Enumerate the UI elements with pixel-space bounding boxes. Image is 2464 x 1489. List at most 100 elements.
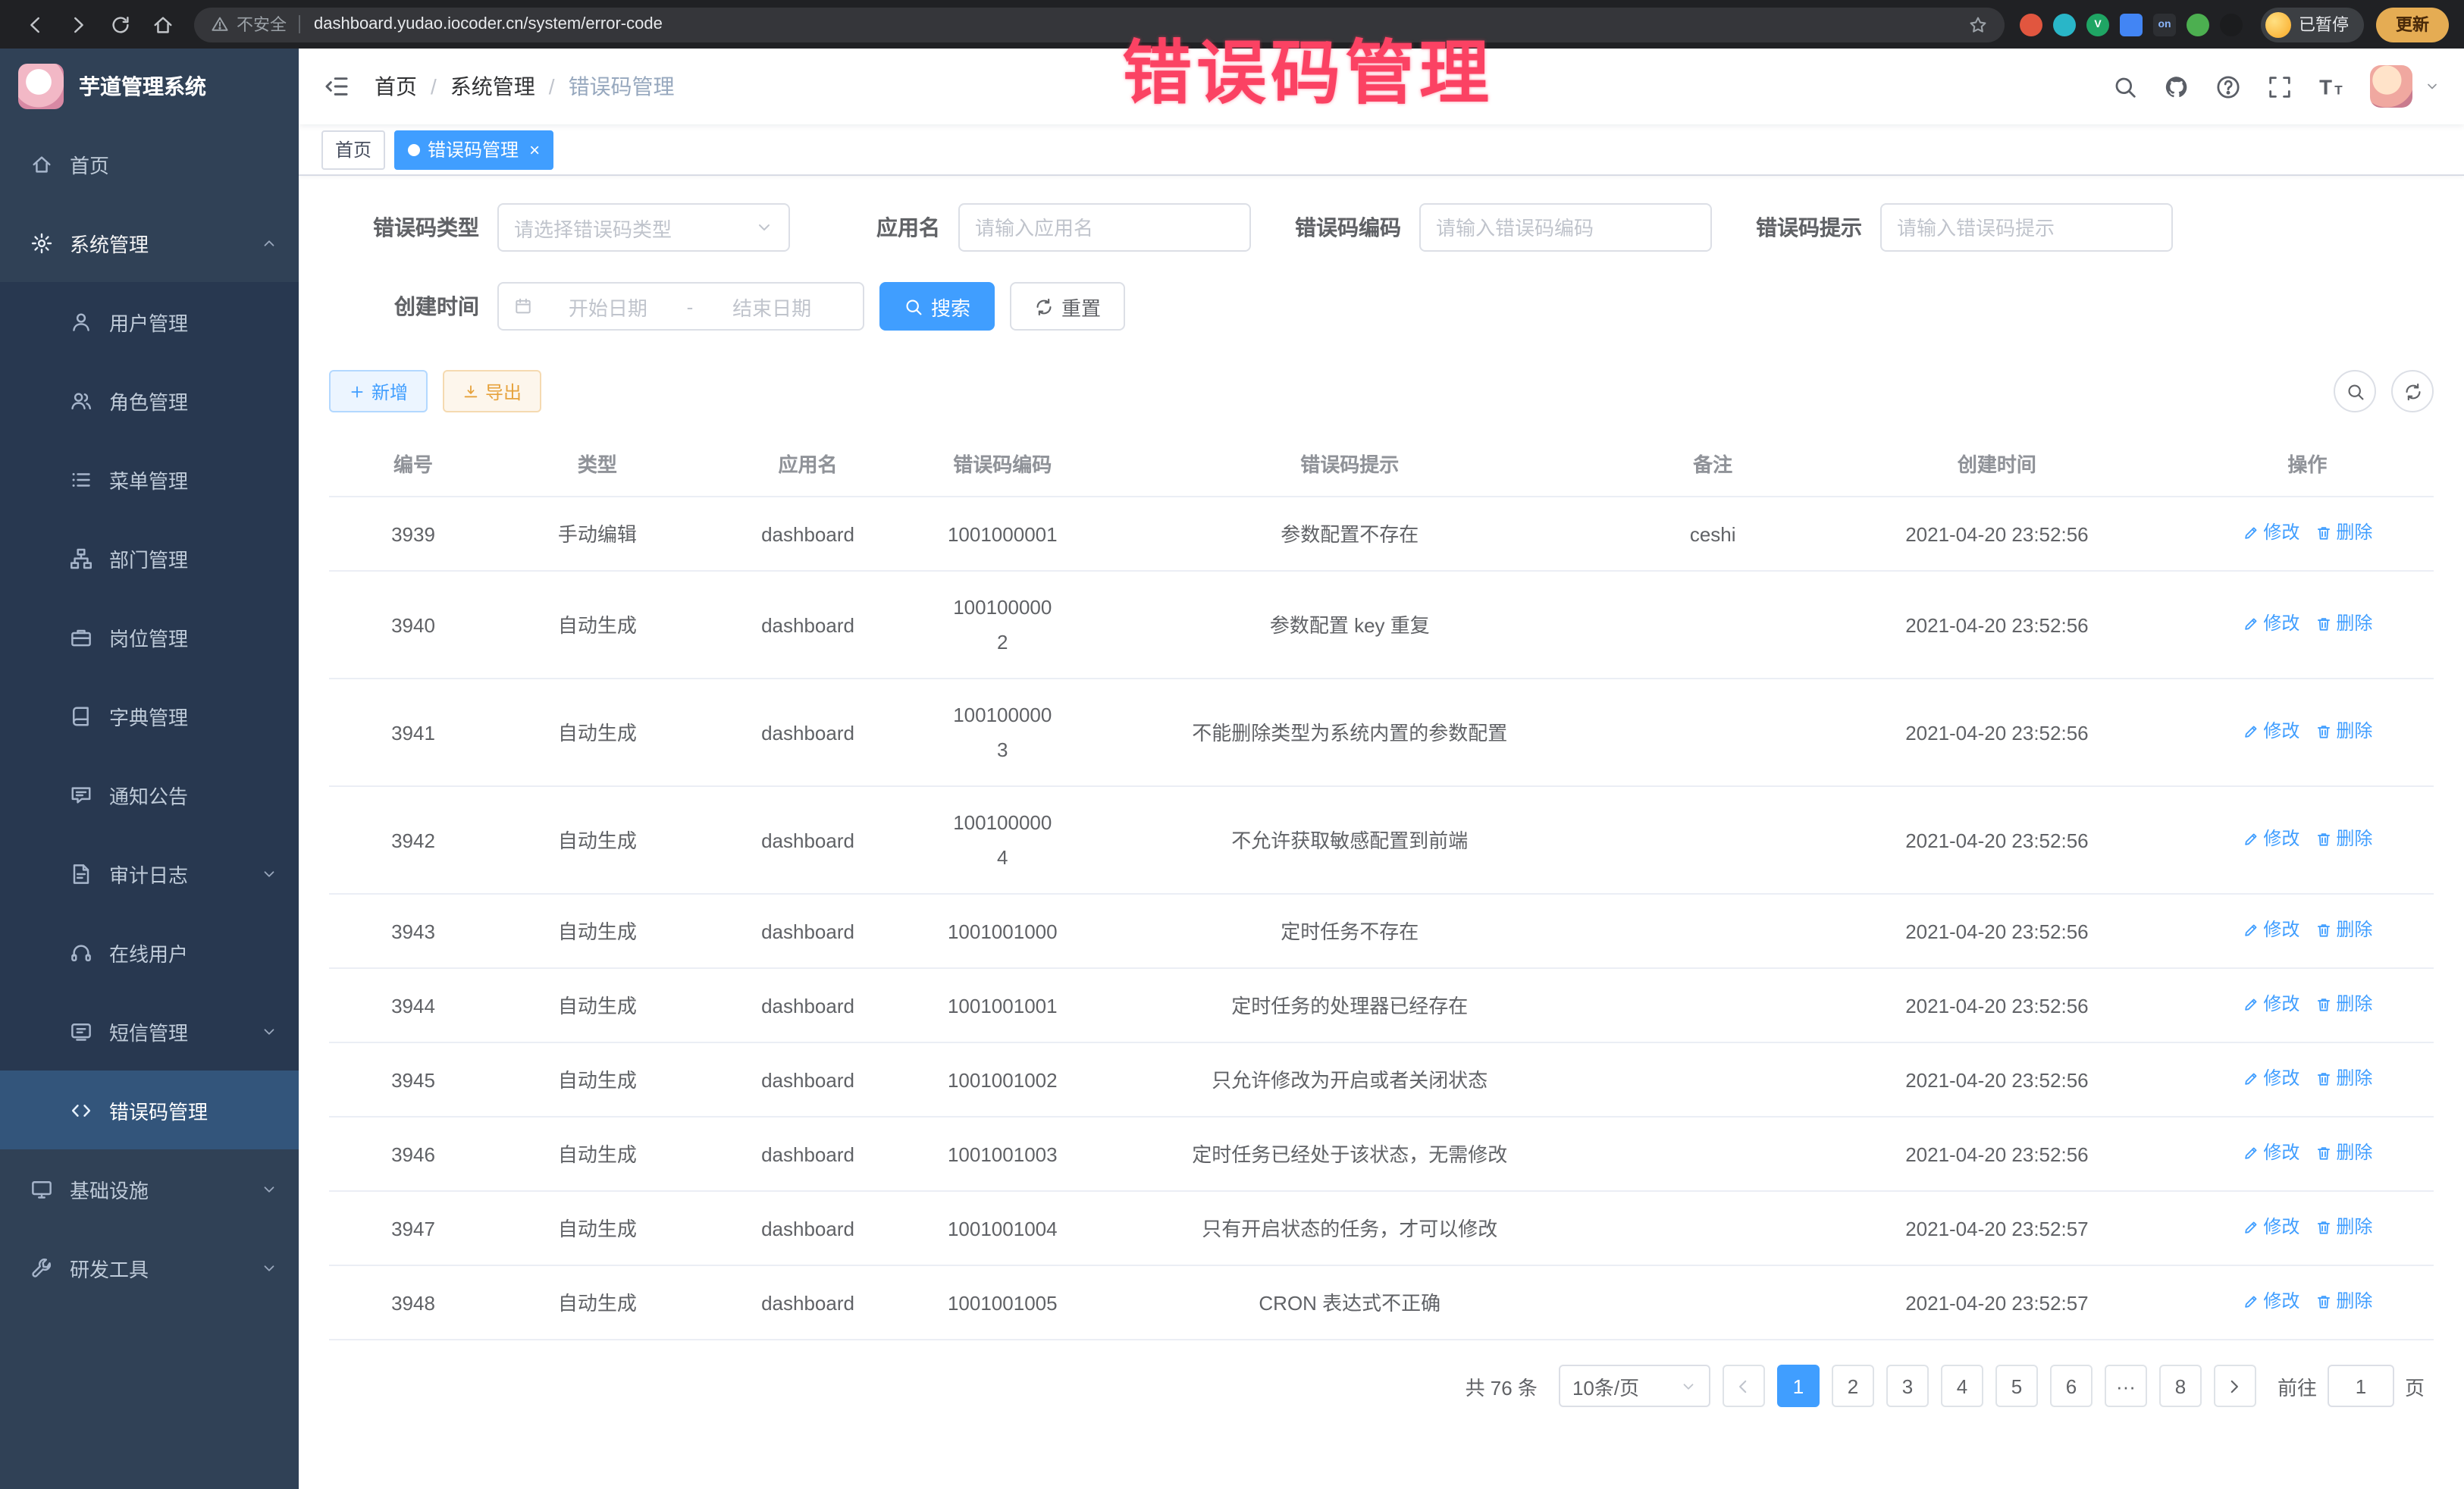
error-code-input[interactable] — [1419, 203, 1712, 252]
sidebar-item-positions[interactable]: 岗位管理 — [0, 597, 299, 676]
sidebar-item-home[interactable]: 首页 — [0, 124, 299, 203]
extension-paw-icon[interactable] — [2220, 13, 2243, 36]
sidebar-item-system[interactable]: 系统管理 — [0, 203, 299, 282]
breadcrumb-item[interactable]: 系统管理 — [450, 71, 535, 102]
extension-stats-icon[interactable] — [2120, 13, 2143, 36]
edit-link[interactable]: 修改 — [2242, 714, 2299, 749]
page-number-button[interactable]: 4 — [1941, 1365, 1983, 1407]
page-number-button[interactable]: 5 — [1995, 1365, 2038, 1407]
app-name-input[interactable] — [958, 203, 1251, 252]
delete-link[interactable]: 删除 — [2315, 1136, 2372, 1171]
delete-link[interactable]: 删除 — [2315, 913, 2372, 948]
edit-link[interactable]: 修改 — [2242, 1136, 2299, 1171]
extension-red-icon[interactable] — [2020, 13, 2042, 36]
chevron-down-icon[interactable] — [2425, 79, 2440, 94]
back-icon[interactable] — [15, 5, 55, 44]
fullscreen-icon[interactable] — [2267, 74, 2293, 99]
sidebar-item-roles[interactable]: 角色管理 — [0, 361, 299, 440]
sidebar-item-online-users[interactable]: 在线用户 — [0, 913, 299, 992]
export-button[interactable]: 导出 — [443, 370, 541, 412]
tab-home[interactable]: 首页 — [321, 130, 385, 169]
error-code-field[interactable] — [1436, 216, 1695, 239]
extension-teal-drop-icon[interactable] — [2053, 13, 2076, 36]
row-type: 自动生成 — [497, 786, 698, 894]
page-number-button[interactable]: 6 — [2050, 1365, 2093, 1407]
reset-button[interactable]: 重置 — [1010, 282, 1125, 331]
sidebar-item-menus[interactable]: 菜单管理 — [0, 440, 299, 519]
delete-link[interactable]: 删除 — [2315, 1061, 2372, 1096]
address-bar[interactable]: 不安全 dashboard.yudao.iocoder.cn/system/er… — [194, 7, 2005, 42]
help-icon[interactable] — [2215, 74, 2241, 99]
page-size-select[interactable]: 10条/页 — [1559, 1365, 1710, 1407]
sidebar-item-users[interactable]: 用户管理 — [0, 282, 299, 361]
app-name-field[interactable] — [975, 216, 1234, 239]
search-icon[interactable] — [2112, 74, 2138, 99]
edit-link[interactable]: 修改 — [2242, 1061, 2299, 1096]
sidebar-item-dev-tools[interactable]: 研发工具 — [0, 1228, 299, 1307]
sidebar-item-departments[interactable]: 部门管理 — [0, 519, 299, 597]
sidebar-item-dictionaries[interactable]: 字典管理 — [0, 676, 299, 755]
hamburger-fold-icon[interactable] — [323, 73, 350, 100]
app-logo[interactable]: 芋道管理系统 — [0, 49, 299, 124]
font-size-icon[interactable]: TT — [2318, 74, 2344, 99]
edit-link[interactable]: 修改 — [2242, 1284, 2299, 1319]
sidebar-item-sms[interactable]: 短信管理 — [0, 992, 299, 1071]
prev-page-button[interactable] — [1723, 1365, 1765, 1407]
sidebar-item-audit-logs[interactable]: 审计日志 — [0, 834, 299, 913]
delete-link[interactable]: 删除 — [2315, 714, 2372, 749]
forward-icon[interactable] — [58, 5, 97, 44]
page-number-button[interactable]: 2 — [1832, 1365, 1874, 1407]
delete-link[interactable]: 删除 — [2315, 987, 2372, 1022]
row-actions: 修改删除 — [2181, 571, 2434, 679]
table-row: 3947自动生成dashboard1001001004只有开启状态的任务，才可以… — [329, 1191, 2434, 1265]
sidebar-item-error-codes[interactable]: 错误码管理 — [0, 1071, 299, 1149]
refresh-table-button[interactable] — [2391, 370, 2434, 412]
github-icon[interactable] — [2164, 74, 2190, 99]
error-code-type-select[interactable]: 请选择错误码类型 — [497, 203, 790, 252]
delete-link[interactable]: 删除 — [2315, 516, 2372, 550]
browser-update-button[interactable]: 更新 — [2376, 7, 2449, 42]
edit-link[interactable]: 修改 — [2242, 913, 2299, 948]
delete-link[interactable]: 删除 — [2315, 607, 2372, 641]
edit-link[interactable]: 修改 — [2242, 1210, 2299, 1245]
extension-leaf-icon[interactable] — [2187, 13, 2209, 36]
page-number-button[interactable]: 8 — [2159, 1365, 2202, 1407]
profile-paused-badge[interactable]: 已暂停 — [2261, 7, 2364, 42]
sidebar-item-label: 研发工具 — [70, 1253, 149, 1282]
date-range-picker[interactable]: 开始日期 - 结束日期 — [497, 282, 864, 331]
error-hint-input[interactable] — [1880, 203, 2173, 252]
page-number-button[interactable]: 3 — [1886, 1365, 1929, 1407]
more-pages-button[interactable]: ··· — [2105, 1365, 2147, 1407]
extension-vue-devtools-icon[interactable]: V — [2086, 13, 2109, 36]
sidebar-item-infrastructure[interactable]: 基础设施 — [0, 1149, 299, 1228]
goto-page-input[interactable] — [2328, 1365, 2394, 1407]
edit-link[interactable]: 修改 — [2242, 516, 2299, 550]
toggle-search-button[interactable] — [2334, 370, 2376, 412]
close-tab-icon[interactable]: × — [529, 140, 540, 158]
search-icon — [2345, 381, 2365, 401]
bookmark-star-icon[interactable] — [1968, 14, 1988, 34]
column-header: 备注 — [1613, 431, 1813, 497]
delete-link[interactable]: 删除 — [2315, 1210, 2372, 1245]
edit-link[interactable]: 修改 — [2242, 607, 2299, 641]
extension-onetab-icon[interactable]: on — [2153, 13, 2176, 36]
search-button[interactable]: 搜索 — [879, 282, 995, 331]
delete-link[interactable]: 删除 — [2315, 1284, 2372, 1319]
sidebar-item-notices[interactable]: 通知公告 — [0, 755, 299, 834]
row-remark — [1613, 1042, 1813, 1117]
user-avatar[interactable] — [2370, 65, 2412, 108]
delete-icon — [2315, 1071, 2331, 1087]
reload-icon[interactable] — [100, 5, 140, 44]
edit-link[interactable]: 修改 — [2242, 987, 2299, 1022]
add-button[interactable]: 新增 — [329, 370, 428, 412]
page-number-button[interactable]: 1 — [1777, 1365, 1820, 1407]
delete-link[interactable]: 删除 — [2315, 822, 2372, 857]
security-label[interactable]: 不安全 — [237, 12, 287, 36]
error-hint-field[interactable] — [1897, 216, 2156, 239]
tab-error-code[interactable]: 错误码管理× — [394, 130, 553, 169]
edit-link[interactable]: 修改 — [2242, 822, 2299, 857]
chevron-down-icon — [1680, 1378, 1697, 1394]
next-page-button[interactable] — [2214, 1365, 2256, 1407]
breadcrumb-item[interactable]: 首页 — [375, 71, 417, 102]
browser-home-icon[interactable] — [143, 5, 182, 44]
